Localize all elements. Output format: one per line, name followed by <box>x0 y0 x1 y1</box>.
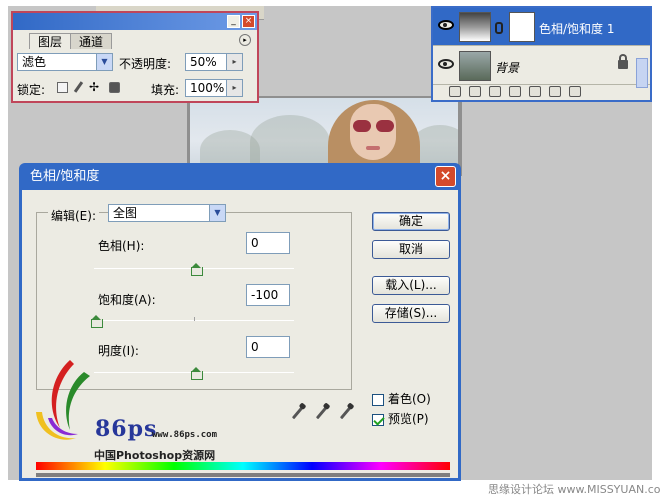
save-button[interactable]: 存储(S)... <box>372 304 450 323</box>
site-logo-brand: 86ps <box>95 416 158 442</box>
layer-row-adjustment[interactable]: 色相/饱和度 1 <box>433 8 650 46</box>
eyedropper-icon[interactable] <box>291 406 304 420</box>
chevron-down-icon[interactable]: ▼ <box>96 54 112 70</box>
photo-sunglass-right <box>376 120 394 132</box>
trash-icon[interactable] <box>569 86 581 97</box>
result-spectrum-bar <box>36 473 450 477</box>
fill-value: 100% <box>190 81 225 95</box>
hue-input[interactable]: 0 <box>246 232 290 254</box>
preview-checkbox[interactable] <box>372 413 384 426</box>
edit-label: 编辑(E): <box>48 207 99 224</box>
lightness-slider-thumb[interactable] <box>191 367 203 380</box>
site-watermark: 思缘设计论坛 www.MISSYUAN.com <box>488 483 660 496</box>
preview-checkbox-row[interactable]: 预览(P) <box>372 410 429 427</box>
ok-button[interactable]: 确定 <box>372 212 450 231</box>
lock-transparency-icon[interactable] <box>57 82 68 93</box>
layer-row-background[interactable]: 背景 <box>433 47 650 85</box>
background-thumbnail <box>459 51 491 81</box>
lightness-input[interactable]: 0 <box>246 336 290 358</box>
chevron-right-icon[interactable]: ▸ <box>226 80 242 96</box>
close-icon[interactable]: × <box>242 15 255 28</box>
layers-palette: _ × 图层 通道 ▸ 滤色 ▼ 不透明度: 50% ▸ 锁定: ✢ 填充: 1… <box>11 11 259 103</box>
edit-select[interactable]: 全图 ▼ <box>108 204 226 222</box>
lightness-label: 明度(I): <box>98 344 139 358</box>
eye-icon[interactable] <box>438 59 454 69</box>
edit-value: 全图 <box>113 206 138 220</box>
layer-name: 色相/饱和度 1 <box>539 22 615 36</box>
cancel-button[interactable]: 取消 <box>372 240 450 259</box>
colorize-checkbox-row[interactable]: 着色(O) <box>372 390 431 407</box>
adjustment-thumbnail <box>459 12 491 42</box>
minimize-icon[interactable]: _ <box>227 15 240 28</box>
layers-panel-body: 色相/饱和度 1 背景 <box>433 8 650 100</box>
site-logo-url: www.86ps.com <box>152 430 218 440</box>
photo-face <box>350 104 396 160</box>
new-layer-icon[interactable] <box>549 86 561 97</box>
chevron-down-icon[interactable]: ▼ <box>209 205 225 221</box>
eyedropper-minus-icon[interactable] <box>339 406 352 420</box>
dialog-title-bar[interactable]: 色相/饱和度 × <box>22 163 458 190</box>
photo-sunglass-left <box>353 120 371 132</box>
opacity-field[interactable]: 50% ▸ <box>185 53 243 71</box>
blend-mode-select[interactable]: 滤色 ▼ <box>17 53 113 71</box>
lock-label: 锁定: <box>17 83 46 97</box>
colorize-checkbox[interactable] <box>372 393 384 406</box>
new-group-icon[interactable] <box>529 86 541 97</box>
palette-title-bar[interactable]: _ × <box>13 13 257 30</box>
lock-icon <box>618 54 628 69</box>
tab-channels[interactable]: 通道 <box>70 33 113 49</box>
link-layers-icon[interactable] <box>449 86 461 97</box>
photo-mouth <box>366 146 380 150</box>
hue-slider-thumb[interactable] <box>191 263 203 276</box>
layers-footer <box>433 84 650 100</box>
chain-link-icon[interactable] <box>495 22 503 34</box>
site-logo-name: 中国Photoshop资源网 <box>94 449 216 462</box>
track-tick <box>194 317 195 321</box>
move-icon[interactable]: ✢ <box>89 81 99 93</box>
layers-panel: 色相/饱和度 1 背景 <box>431 6 652 102</box>
saturation-slider-track[interactable] <box>94 317 294 321</box>
layer-style-icon[interactable] <box>469 86 481 97</box>
tab-layers[interactable]: 图层 <box>29 33 72 49</box>
palette-tabs: 图层 通道 ▸ <box>13 30 257 49</box>
saturation-slider-thumb[interactable] <box>91 315 103 328</box>
saturation-label: 饱和度(A): <box>98 293 156 307</box>
load-button[interactable]: 载入(L)... <box>372 276 450 295</box>
fill-field[interactable]: 100% ▸ <box>185 79 243 97</box>
opacity-value: 50% <box>190 55 217 69</box>
eye-icon[interactable] <box>438 20 454 30</box>
lock-row: 锁定: ✢ 填充: 100% ▸ <box>17 77 253 99</box>
site-logo-swoosh <box>36 360 90 440</box>
photo-tree <box>250 115 330 170</box>
preview-label: 预览(P) <box>388 412 429 426</box>
color-spectrum-bar <box>36 462 450 470</box>
colorize-label: 着色(O) <box>388 392 431 406</box>
adjustment-layer-icon[interactable] <box>509 86 521 97</box>
layer-name: 背景 <box>495 61 520 75</box>
chevron-right-icon[interactable]: ▸ <box>226 54 242 70</box>
eyedropper-plus-icon[interactable] <box>315 406 328 420</box>
hue-label: 色相(H): <box>98 239 145 253</box>
lock-all-icon[interactable] <box>109 82 120 93</box>
palette-menu-icon[interactable]: ▸ <box>239 34 251 46</box>
brush-icon[interactable] <box>73 81 84 93</box>
saturation-input[interactable]: -100 <box>246 284 290 306</box>
hue-saturation-dialog: 色相/饱和度 × 编辑(E): 全图 ▼ 色相(H): 0 饱和度(A): -1… <box>19 163 461 481</box>
blend-row: 滤色 ▼ 不透明度: 50% ▸ <box>17 51 253 73</box>
fill-label: 填充: <box>151 83 180 97</box>
dialog-title: 色相/饱和度 <box>30 169 100 184</box>
document-photo <box>190 98 458 170</box>
blend-mode-value: 滤色 <box>22 55 47 69</box>
opacity-label: 不透明度: <box>119 57 172 71</box>
close-icon[interactable]: × <box>435 166 456 187</box>
dialog-body: 编辑(E): 全图 ▼ 色相(H): 0 饱和度(A): -100 明度(I):… <box>22 190 458 478</box>
mask-thumbnail[interactable] <box>509 12 535 42</box>
add-mask-icon[interactable] <box>489 86 501 97</box>
